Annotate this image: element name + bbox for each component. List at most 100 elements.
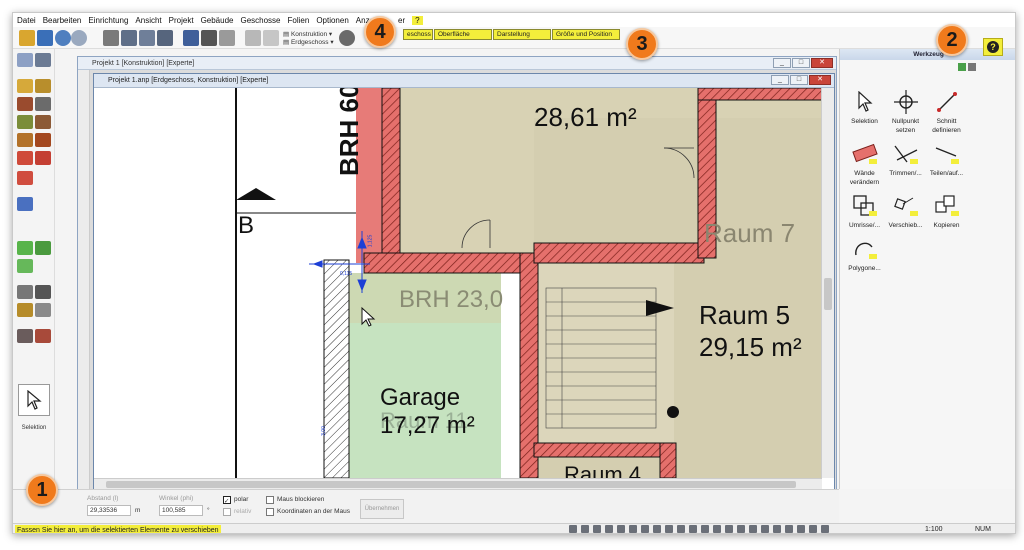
status-perp-icon[interactable]: [737, 525, 745, 533]
window-icon[interactable]: [17, 133, 33, 147]
vertical-scroll-thumb[interactable]: [824, 278, 832, 310]
tool-schnitt[interactable]: Schnitt definieren: [926, 87, 967, 135]
status-list-icon[interactable]: [581, 525, 589, 533]
furniture-icon[interactable]: [35, 329, 51, 343]
polar-checkbox[interactable]: ✓: [223, 496, 231, 505]
roof-icon[interactable]: [35, 115, 51, 129]
print-icon[interactable]: [103, 30, 119, 46]
open-folder-icon[interactable]: [19, 30, 35, 46]
maus-blockieren-checkbox[interactable]: [266, 496, 274, 504]
layers-icon[interactable]: [339, 30, 355, 46]
person-icon[interactable]: [17, 197, 33, 211]
outer-minimize-button[interactable]: _: [773, 58, 791, 68]
menu-datei[interactable]: Datei: [17, 16, 36, 25]
status-layer-icon[interactable]: [629, 525, 637, 533]
floor-dropdown[interactable]: ▤ Erdgeschoss ▾: [283, 38, 334, 46]
list-view-icon[interactable]: [958, 63, 966, 71]
tool-trimmen[interactable]: Trimmen/...: [885, 139, 926, 187]
measure-icon[interactable]: [245, 30, 261, 46]
wall-icon[interactable]: [17, 79, 33, 93]
winkel-field[interactable]: 100,585: [159, 505, 203, 516]
apply-button[interactable]: Übernehmen: [360, 499, 404, 519]
menu-fenster[interactable]: er: [398, 16, 405, 25]
status-flag-icon[interactable]: [809, 525, 817, 533]
current-tool-tile[interactable]: [18, 384, 50, 416]
tool-polygone[interactable]: Polygone...: [844, 234, 885, 273]
tool-selektion[interactable]: Selektion: [844, 87, 885, 135]
menu-folien[interactable]: Folien: [288, 16, 310, 25]
pan-icon[interactable]: [35, 53, 51, 67]
door-icon[interactable]: [35, 133, 51, 147]
column-icon[interactable]: [17, 97, 33, 111]
niche-icon[interactable]: [35, 151, 51, 165]
status-edge-icon[interactable]: [701, 525, 709, 533]
status-line-icon[interactable]: [569, 525, 577, 533]
terrain-icon[interactable]: [17, 259, 33, 273]
pencil-icon[interactable]: [35, 303, 51, 317]
opening-icon[interactable]: [17, 151, 33, 165]
floor-plate-alt-icon[interactable]: [35, 241, 51, 255]
tool-kopieren[interactable]: Kopieren: [926, 191, 967, 230]
inner-vertical-scrollbar[interactable]: [821, 88, 834, 478]
help-button[interactable]: ?: [983, 38, 1003, 56]
status-scale[interactable]: 1:100: [925, 524, 943, 533]
status-center-icon[interactable]: [725, 525, 733, 533]
menu-geschosse[interactable]: Geschosse: [240, 16, 280, 25]
status-ruler-icon[interactable]: [785, 525, 793, 533]
menu-optionen[interactable]: Optionen: [316, 16, 348, 25]
house-3d-icon[interactable]: [201, 30, 217, 46]
grid-view-icon[interactable]: [968, 63, 977, 71]
inner-minimize-button[interactable]: _: [771, 75, 789, 85]
tab-darstellung[interactable]: Darstellung: [493, 29, 551, 40]
koordinaten-checkbox[interactable]: [266, 508, 274, 516]
save-icon[interactable]: [37, 30, 53, 46]
stairs-icon[interactable]: [17, 115, 33, 129]
view-dropdown[interactable]: ▤ Konstruktion ▾: [283, 30, 332, 38]
status-tangent-icon[interactable]: [749, 525, 757, 533]
status-near-icon[interactable]: [761, 525, 769, 533]
snap-icon[interactable]: [183, 30, 199, 46]
tool-waende[interactable]: Wände verändern: [844, 139, 885, 187]
select-icon[interactable]: [17, 53, 33, 67]
tab-oberflaeche[interactable]: Oberfläche: [434, 29, 492, 40]
floor-plan-canvas[interactable]: BRH 60 B 28,61 m² Raum 7 Raum 5 29,15 m²…: [94, 88, 822, 478]
outer-window-scrollbar[interactable]: [78, 70, 90, 490]
status-midpoint-icon[interactable]: [689, 525, 697, 533]
menu-einrichtung[interactable]: Einrichtung: [88, 16, 128, 25]
menu-gebaeude[interactable]: Gebäude: [201, 16, 234, 25]
tool-nullpunkt[interactable]: Nullpunkt setzen: [885, 87, 926, 135]
menu-help[interactable]: ?: [412, 15, 423, 25]
tool-verschieben[interactable]: Verschieb...: [885, 191, 926, 230]
panel-view-icons[interactable]: [958, 63, 988, 73]
text-icon[interactable]: [35, 285, 51, 299]
status-person-icon[interactable]: [797, 525, 805, 533]
zoom-window-icon[interactable]: [157, 30, 173, 46]
print-preview-icon[interactable]: [121, 30, 137, 46]
support-icon[interactable]: [35, 97, 51, 111]
menu-ansicht[interactable]: Ansicht: [135, 16, 161, 25]
wall-alt-icon[interactable]: [35, 79, 51, 93]
status-ortho-icon[interactable]: [653, 525, 661, 533]
house-render-icon[interactable]: [219, 30, 235, 46]
undo-icon[interactable]: [55, 30, 71, 46]
relativ-checkbox[interactable]: [223, 508, 231, 516]
dimension-icon[interactable]: [17, 285, 33, 299]
status-abc-icon[interactable]: [773, 525, 781, 533]
status-grid-icon[interactable]: [617, 525, 625, 533]
tool-teilen[interactable]: Teilen/auf...: [926, 139, 967, 187]
inner-maximize-button[interactable]: □: [790, 75, 808, 85]
horizontal-scroll-thumb[interactable]: [106, 481, 796, 488]
abstand-field[interactable]: 29,33536: [87, 505, 131, 516]
status-point-icon[interactable]: [677, 525, 685, 533]
outer-maximize-button[interactable]: □: [792, 58, 810, 68]
export-icon[interactable]: [139, 30, 155, 46]
status-shape-icon[interactable]: [605, 525, 613, 533]
outer-window-titlebar[interactable]: Projekt 1 [Konstruktion] [Experte] _ □ ✕: [78, 57, 836, 70]
inner-window-titlebar[interactable]: Projekt 1.anp [Erdgeschoss, Konstruktion…: [94, 74, 834, 88]
outer-close-button[interactable]: ✕: [811, 58, 833, 68]
status-snap-icon[interactable]: [641, 525, 649, 533]
status-folder-icon[interactable]: [821, 525, 829, 533]
objects-icon[interactable]: [17, 329, 33, 343]
menu-bearbeiten[interactable]: Bearbeiten: [43, 16, 82, 25]
chimney-icon[interactable]: [17, 171, 33, 185]
